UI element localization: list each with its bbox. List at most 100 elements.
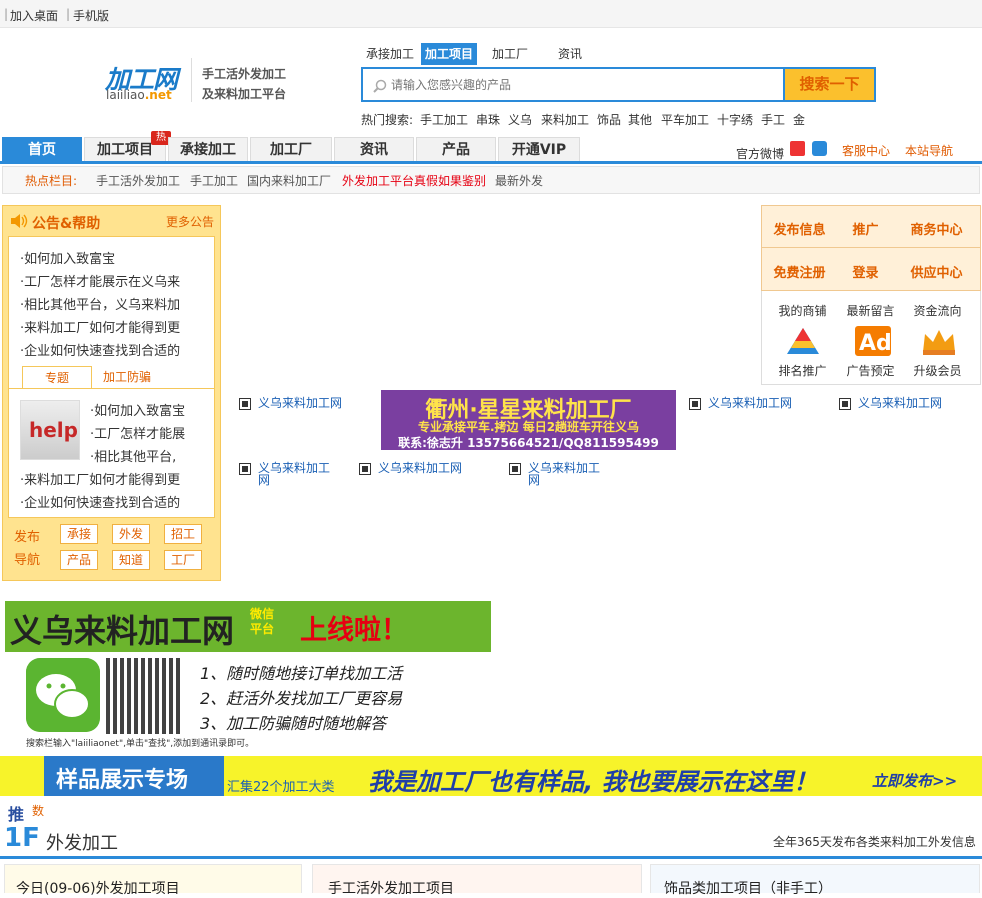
mobile-link[interactable]: 手机版 (73, 7, 109, 24)
ad-link[interactable]: 义乌来料加工网 (258, 462, 338, 486)
nav-tab-news[interactable]: 资讯 (334, 137, 414, 161)
hot-topic-link-highlight[interactable]: 外发加工平台真假如果鉴别 (342, 172, 486, 189)
tab-topics[interactable]: 专题 (22, 366, 92, 388)
publish-chengjie-button[interactable]: 承接 (60, 524, 98, 544)
tab-anti-fraud[interactable]: 加工防骗 (92, 366, 162, 388)
my-shop-link[interactable]: 我的商铺 (766, 302, 839, 319)
svg-text:help: help (29, 418, 78, 442)
floor-title: 外发加工 (46, 833, 118, 854)
ad-link[interactable]: 义乌来料加工网 (258, 397, 342, 409)
help-item[interactable]: ·来料加工厂如何才能得到更 (20, 469, 210, 488)
latest-message-link[interactable]: 最新留言 (834, 302, 907, 319)
floor-card-title[interactable]: 今日(09-06)外发加工项目 (16, 878, 180, 898)
notice-item[interactable]: ·如何加入致富宝 (20, 248, 210, 267)
search-tab-news[interactable]: 资讯 (554, 43, 586, 65)
ad-link[interactable]: 义乌来料加工网 (378, 462, 462, 474)
hot-keyword[interactable]: 金 (793, 111, 805, 128)
publish-zhaogong-button[interactable]: 招工 (164, 524, 202, 544)
notice-item[interactable]: ·相比其他平台，义乌来料加 (20, 294, 210, 313)
rank-promote-link[interactable]: 排名推广 (766, 362, 839, 379)
floor-card-title[interactable]: 手工活外发加工项目 (328, 878, 454, 898)
hot-topic-link[interactable]: 最新外发 (495, 172, 543, 189)
publish-waifa-button[interactable]: 外发 (112, 524, 150, 544)
publish-zhidao-button[interactable]: 知道 (112, 550, 150, 570)
publish-nav-label: 发布 (14, 530, 41, 545)
help-image: help (20, 400, 80, 460)
nav-tab-factory[interactable]: 加工厂 (250, 137, 332, 161)
crown-icon[interactable] (921, 326, 957, 356)
floor-underline (0, 856, 982, 859)
recommend-sub: 数 (32, 804, 45, 818)
ad-icon[interactable]: Ad (855, 326, 891, 356)
slogan-line1: 手工活外发加工 (202, 67, 287, 81)
ad-link[interactable]: 义乌来料加工网 (708, 397, 792, 409)
notice-item[interactable]: ·工厂怎样才能展示在义乌来 (20, 271, 210, 290)
search-tab-project[interactable]: 加工项目 (421, 43, 478, 65)
qr-code (106, 658, 182, 734)
hot-keyword[interactable]: 十字绣 (717, 111, 753, 128)
broken-image-icon (839, 398, 851, 410)
ad-link[interactable]: 义乌来料加工网 (528, 462, 608, 486)
divider: | (4, 7, 9, 21)
hot-keyword[interactable]: 其他 (628, 111, 652, 128)
upgrade-member-link[interactable]: 升级会员 (901, 362, 974, 379)
more-notices-link[interactable]: 更多公告 (166, 213, 214, 230)
login-button[interactable]: 登录 (829, 262, 902, 281)
hot-topics-title: 热点栏目: (25, 174, 78, 188)
hot-keyword[interactable]: 手工加工 (420, 111, 468, 128)
search-tab-chengjie[interactable]: 承接加工 (362, 43, 418, 65)
speaker-icon (11, 214, 28, 228)
pyramid-icon[interactable] (785, 326, 821, 356)
help-item[interactable]: ·相比其他平台, (90, 446, 210, 465)
broken-image-icon (239, 463, 251, 475)
divider (191, 58, 192, 102)
nav-tab-products[interactable]: 产品 (416, 137, 496, 161)
nav-tab-chengjie[interactable]: 承接加工 (168, 137, 248, 161)
hot-keyword[interactable]: 义乌 (508, 111, 532, 128)
help-item[interactable]: ·工厂怎样才能展 (90, 423, 210, 442)
search-tab-factory[interactable]: 加工厂 (488, 43, 532, 65)
hot-topic-link[interactable]: 手工加工 (190, 172, 238, 189)
wechat-hint: 搜索栏输入"laiiliaonet",单击"查找",添加到通讯录即可。 (26, 739, 255, 749)
logo-domain: laiiliao.net (106, 88, 172, 102)
hot-keyword[interactable]: 手工 (761, 111, 785, 128)
weibo-icon[interactable] (790, 141, 805, 156)
promote-button[interactable]: 推广 (829, 219, 902, 238)
broken-image-icon (509, 463, 521, 475)
publish-info-button[interactable]: 发布信息 (763, 219, 836, 238)
add-desktop-link[interactable]: 加入桌面 (10, 7, 58, 24)
register-button[interactable]: 免费注册 (763, 262, 836, 281)
ad-link[interactable]: 义乌来料加工网 (858, 397, 942, 409)
hot-keyword[interactable]: 串珠 (476, 111, 500, 128)
floor-card-title[interactable]: 饰品类加工项目（非手工） (664, 878, 832, 898)
search-button[interactable]: 搜索一下 (785, 67, 876, 102)
publish-now-link[interactable]: 立即发布>> (872, 770, 957, 791)
hot-keyword[interactable]: 平车加工 (661, 111, 709, 128)
wechat-feature: 3、加工防骗随时随地解答 (200, 714, 387, 733)
top-bar: | 加入桌面 | 手机版 (0, 0, 982, 28)
business-center-button[interactable]: 商务中心 (900, 219, 973, 238)
notice-item[interactable]: ·来料加工厂如何才能得到更 (20, 317, 210, 336)
site-nav-link[interactable]: 本站导航 (905, 142, 953, 159)
fund-flow-link[interactable]: 资金流向 (901, 302, 974, 319)
nav-tab-vip[interactable]: 开通VIP (498, 137, 580, 161)
help-item[interactable]: ·企业如何快速查找到合适的 (20, 492, 210, 511)
help-item[interactable]: ·如何加入致富宝 (90, 400, 210, 419)
ad-booking-link[interactable]: 广告预定 (834, 362, 907, 379)
nav-tab-home[interactable]: 首页 (2, 137, 82, 161)
service-center-link[interactable]: 客服中心 (842, 142, 890, 159)
hot-keyword[interactable]: 来料加工 (541, 111, 589, 128)
divider (8, 388, 215, 389)
hot-topic-link[interactable]: 国内来料加工厂 (247, 172, 331, 189)
hot-topic-link[interactable]: 手工活外发加工 (96, 172, 180, 189)
notice-item[interactable]: ·企业如何快速查找到合适的 (20, 340, 210, 359)
sample-slogan: 我是加工厂也有样品, 我也要展示在这里！ (368, 768, 818, 796)
qq-icon[interactable] (812, 141, 827, 156)
publish-product-button[interactable]: 产品 (60, 550, 98, 570)
publish-factory-button[interactable]: 工厂 (164, 550, 202, 570)
supply-center-button[interactable]: 供应中心 (900, 262, 973, 281)
nav-underline (0, 161, 982, 164)
search-input[interactable] (391, 75, 771, 95)
sample-subtitle: 汇集22个加工大类 (227, 780, 335, 795)
hot-keyword[interactable]: 饰品 (597, 111, 621, 128)
